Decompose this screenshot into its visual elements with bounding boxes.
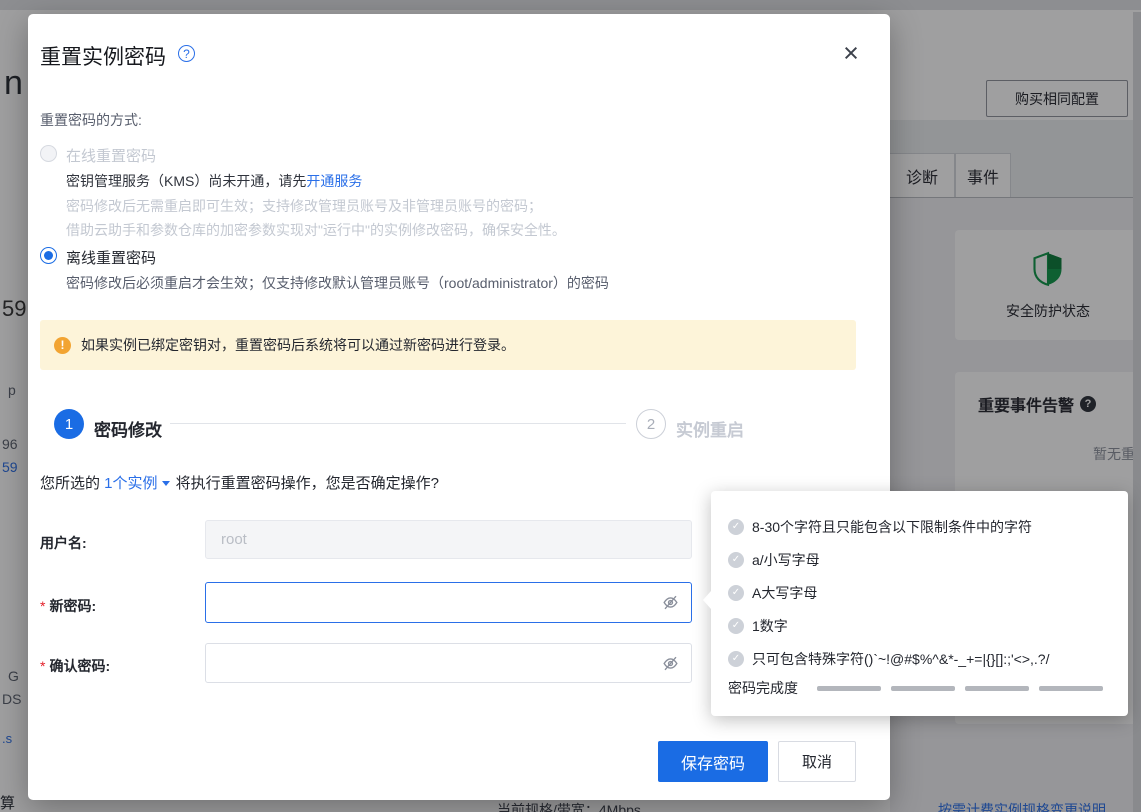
username-label: 用户名: — [40, 535, 87, 551]
radio-online-label[interactable]: 在线重置密码 — [66, 145, 156, 166]
rule-lowercase: ✓ a/小写字母 — [728, 543, 1114, 576]
password-rules-tooltip: ✓ 8-30个字符且只能包含以下限制条件中的字符 ✓ a/小写字母 ✓ A大写字… — [703, 491, 1128, 716]
warning-text: 如果实例已绑定密钥对，重置密码后系统将可以通过新密码进行登录。 — [81, 337, 515, 353]
kms-notice: 密钥管理服务（KMS）尚未开通，请先开通服务 — [66, 173, 363, 189]
title-help-icon[interactable]: ? — [178, 45, 195, 62]
new-password-label: * 新密码: — [40, 598, 97, 614]
eye-off-icon[interactable] — [659, 592, 681, 614]
check-circle-icon: ✓ — [728, 518, 744, 535]
rule-uppercase: ✓ A大写字母 — [728, 576, 1114, 609]
chevron-down-icon[interactable] — [161, 480, 170, 486]
password-strength-row: 密码完成度 — [728, 678, 1114, 698]
enable-kms-link[interactable]: 开通服务 — [306, 173, 362, 189]
online-desc-1: 密码修改后无需重启即可生效；支持修改管理员账号及非管理员账号的密码； — [66, 198, 542, 214]
step-2-circle: 2 — [636, 409, 666, 439]
radio-online-reset[interactable] — [40, 145, 57, 162]
confirm-password-input[interactable] — [206, 644, 659, 682]
online-desc-2: 借助云助手和参数仓库的加密参数实现对"运行中"的实例修改密码，确保安全性。 — [66, 222, 566, 238]
keypair-warning-banner: ! 如果实例已绑定密钥对，重置密码后系统将可以通过新密码进行登录。 — [40, 320, 856, 370]
username-field — [205, 520, 692, 559]
radio-offline-label[interactable]: 离线重置密码 — [66, 247, 156, 268]
step-connector — [170, 423, 626, 424]
rule-special-chars: ✓ 只可包含特殊字符()`~!@#$%^&*-_+=|{}[]:;'<>,.?/ — [728, 642, 1114, 675]
eye-off-icon[interactable] — [659, 652, 681, 674]
strength-bars — [817, 685, 1103, 691]
save-password-button[interactable]: 保存密码 — [658, 741, 768, 782]
strength-bar — [965, 685, 1029, 691]
step-2-label: 实例重启 — [676, 421, 744, 440]
method-section-label: 重置密码的方式: — [40, 112, 142, 128]
required-mark: * — [40, 598, 46, 614]
confirm-password-label: * 确认密码: — [40, 658, 111, 674]
new-password-input[interactable] — [206, 583, 659, 622]
strength-bar — [817, 685, 881, 691]
confirm-password-field — [205, 643, 692, 683]
username-input[interactable] — [206, 521, 691, 558]
confirm-sentence: 您所选的 1个实例 将执行重置密码操作，您是否确定操作? — [40, 475, 440, 492]
warning-icon: ! — [54, 336, 71, 354]
cancel-button[interactable]: 取消 — [778, 741, 856, 782]
check-circle-icon: ✓ — [728, 650, 744, 667]
strength-bar — [1039, 685, 1103, 691]
close-icon[interactable]: × — [836, 38, 866, 68]
instance-count-link[interactable]: 1个实例 — [104, 475, 157, 492]
strength-label: 密码完成度 — [728, 680, 798, 696]
rule-length: ✓ 8-30个字符且只能包含以下限制条件中的字符 — [728, 510, 1114, 543]
radio-offline-reset[interactable] — [40, 247, 57, 264]
strength-bar — [891, 685, 955, 691]
check-circle-icon: ✓ — [728, 617, 744, 634]
step-1-circle: 1 — [54, 409, 84, 439]
rule-digit: ✓ 1数字 — [728, 609, 1114, 642]
step-1-label: 密码修改 — [94, 421, 162, 440]
new-password-field — [205, 582, 692, 623]
offline-desc: 密码修改后必须重启才会生效；仅支持修改默认管理员账号（root/administ… — [66, 275, 609, 291]
check-circle-icon: ✓ — [728, 551, 744, 568]
required-mark: * — [40, 658, 46, 674]
modal-title: 重置实例密码 — [40, 46, 166, 69]
check-circle-icon: ✓ — [728, 584, 744, 601]
